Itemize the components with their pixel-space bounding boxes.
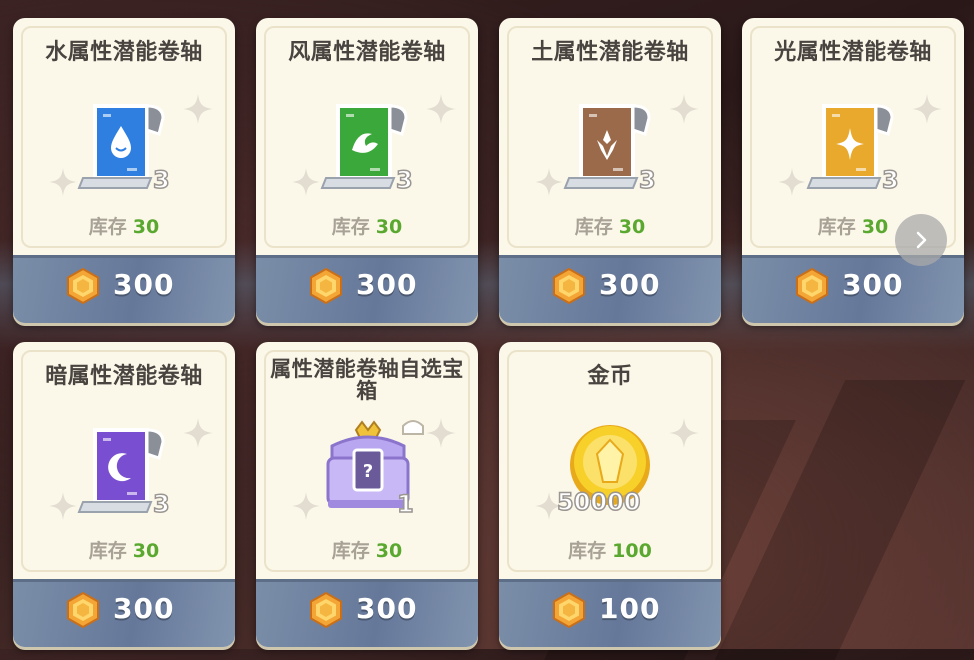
item-quantity: 50000 xyxy=(556,487,641,517)
sparkle-icon xyxy=(912,94,942,128)
item-title: 土属性潜能卷轴 xyxy=(531,40,689,65)
shop-item-card[interactable]: 土属性潜能卷轴 3 库存 30 300 xyxy=(499,18,721,323)
stock-value: 30 xyxy=(861,216,889,238)
stock-label: 库存 xyxy=(88,216,127,238)
shop-item-card[interactable]: 金币 50000 库存 100 100 xyxy=(499,342,721,647)
buy-button[interactable]: 300 xyxy=(256,255,478,323)
hexagon-gem-icon xyxy=(308,591,344,629)
item-title: 光属性潜能卷轴 xyxy=(774,40,932,65)
stock-value: 30 xyxy=(375,540,403,562)
stock-line: 库存 100 xyxy=(499,536,721,563)
stock-value: 30 xyxy=(618,216,646,238)
price-value: 300 xyxy=(113,268,175,301)
stock-value: 30 xyxy=(132,216,160,238)
stock-label: 库存 xyxy=(331,216,370,238)
stock-line: 库存 30 xyxy=(256,212,478,239)
next-page-button[interactable] xyxy=(895,214,947,266)
shop-item-card[interactable]: 风属性潜能卷轴 3 库存 30 300 xyxy=(256,18,478,323)
buy-button[interactable]: 300 xyxy=(13,255,235,323)
item-title: 金币 xyxy=(587,364,633,389)
price-value: 100 xyxy=(599,592,661,625)
stock-value: 100 xyxy=(612,540,652,562)
buy-button[interactable]: 300 xyxy=(256,579,478,647)
shop-item-card[interactable]: 水属性潜能卷轴 3 库存 30 300 xyxy=(13,18,235,323)
hexagon-gem-icon xyxy=(65,267,101,305)
stock-value: 30 xyxy=(375,216,403,238)
item-quantity: 3 xyxy=(638,165,656,195)
item-quantity: 3 xyxy=(881,165,899,195)
buy-button[interactable]: 100 xyxy=(499,579,721,647)
stock-line: 库存 30 xyxy=(499,212,721,239)
buy-button[interactable]: 300 xyxy=(742,255,964,323)
stock-label: 库存 xyxy=(817,216,856,238)
shop-item-card[interactable]: 光属性潜能卷轴 3 库存 30 300 xyxy=(742,18,964,323)
sparkle-icon xyxy=(292,168,320,200)
shop-item-card[interactable]: 属性潜能卷轴自选宝箱 ? 1 库存 30 300 xyxy=(256,342,478,647)
price-value: 300 xyxy=(113,592,175,625)
svg-text:?: ? xyxy=(363,461,373,482)
hexagon-gem-icon xyxy=(308,267,344,305)
item-title: 属性潜能卷轴自选宝箱 xyxy=(270,357,464,403)
sparkle-icon xyxy=(183,418,213,452)
hexagon-gem-icon xyxy=(551,267,587,305)
hexagon-gem-icon xyxy=(794,267,830,305)
sparkle-icon xyxy=(669,418,699,452)
stock-label: 库存 xyxy=(88,540,127,562)
sparkle-icon xyxy=(49,492,77,524)
hexagon-gem-icon xyxy=(551,591,587,629)
price-value: 300 xyxy=(356,592,418,625)
buy-button[interactable]: 300 xyxy=(499,255,721,323)
price-value: 300 xyxy=(356,268,418,301)
shop-item-card[interactable]: 暗属性潜能卷轴 3 库存 30 300 xyxy=(13,342,235,647)
item-title: 暗属性潜能卷轴 xyxy=(45,364,203,389)
sparkle-icon xyxy=(669,94,699,128)
sparkle-icon xyxy=(49,168,77,200)
stock-line: 库存 30 xyxy=(13,536,235,563)
sparkle-icon xyxy=(426,94,456,128)
sparkle-icon xyxy=(778,168,806,200)
chevron-right-icon xyxy=(916,231,927,249)
item-quantity: 3 xyxy=(395,165,413,195)
stock-label: 库存 xyxy=(574,216,613,238)
item-quantity: 3 xyxy=(152,165,170,195)
stock-label: 库存 xyxy=(331,540,370,562)
buy-button[interactable]: 300 xyxy=(13,579,235,647)
price-value: 300 xyxy=(842,268,904,301)
item-quantity: 1 xyxy=(396,489,414,519)
stock-line: 库存 30 xyxy=(256,536,478,563)
hexagon-gem-icon xyxy=(65,591,101,629)
sparkle-icon xyxy=(292,492,320,524)
sparkle-icon xyxy=(183,94,213,128)
stock-value: 30 xyxy=(132,540,160,562)
stock-label: 库存 xyxy=(568,540,607,562)
item-quantity: 3 xyxy=(152,489,170,519)
item-title: 水属性潜能卷轴 xyxy=(45,40,203,65)
price-value: 300 xyxy=(599,268,661,301)
sparkle-icon xyxy=(426,418,456,452)
sparkle-icon xyxy=(535,168,563,200)
item-title: 风属性潜能卷轴 xyxy=(288,40,446,65)
stock-line: 库存 30 xyxy=(13,212,235,239)
